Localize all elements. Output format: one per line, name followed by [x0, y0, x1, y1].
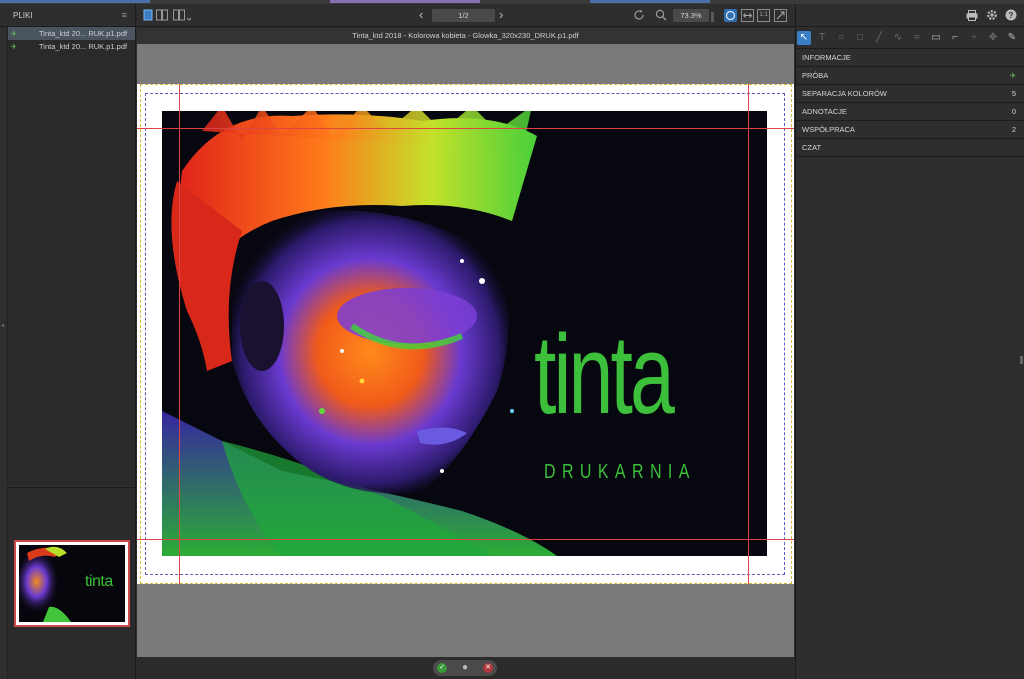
- section-proba[interactable]: PRÓBA ✈: [796, 67, 1024, 85]
- zoom-dropdown-icon[interactable]: [711, 12, 714, 22]
- reject-icon[interactable]: ✕: [483, 663, 493, 673]
- section-label: CZAT: [802, 143, 822, 152]
- single-page-view-icon[interactable]: [142, 9, 154, 21]
- guide-line[interactable]: [137, 539, 794, 540]
- section-label: PRÓBA: [802, 71, 829, 80]
- user-icon[interactable]: ●: [460, 663, 470, 673]
- page-thumbnails: tinta: [7, 487, 135, 679]
- highlight-tool-icon[interactable]: ≈: [910, 31, 924, 45]
- section-adnotacje[interactable]: ADNOTACJE 0: [796, 103, 1024, 121]
- collapse-handle-icon[interactable]: ◂: [1, 322, 5, 330]
- text-tool-icon[interactable]: T: [815, 31, 829, 45]
- file-item[interactable]: ✈ Tinta_ktd 20... RUK.p1.pdf: [8, 27, 135, 40]
- ruler-tool-icon[interactable]: ▭: [929, 31, 943, 45]
- section-count: 2: [1011, 125, 1016, 134]
- file-item[interactable]: ✈ Tinta_ktd 20... RUK.p1.pdf: [8, 40, 135, 53]
- send-icon: ✈: [11, 30, 17, 38]
- section-label: ADNOTACJE: [802, 107, 847, 116]
- taskbar-segment: [590, 0, 710, 3]
- document-page: tinta DRUKARNIA: [137, 84, 794, 584]
- taskbar-segment: [330, 0, 480, 3]
- fullscreen-icon[interactable]: [774, 9, 787, 22]
- files-panel: PLIKI ≡ ✈ Tinta_ktd 20... RUK.p1.pdf ✈ T…: [0, 4, 136, 679]
- approval-controls: ✓ ● ✕: [433, 660, 497, 676]
- guide-line[interactable]: [748, 84, 749, 584]
- ellipse-tool-icon[interactable]: ○: [834, 31, 848, 45]
- measure-tool-icon[interactable]: ⌐: [948, 31, 962, 45]
- approval-bar: ✓ ● ✕: [137, 657, 794, 679]
- file-item-name: Tinta_ktd 20... RUK.p1.pdf: [39, 42, 128, 51]
- send-icon: ✈: [1009, 71, 1016, 80]
- brand-subtitle: DRUKARNIA: [544, 461, 696, 483]
- section-czat[interactable]: CZAT: [796, 139, 1024, 157]
- fit-page-icon[interactable]: [724, 9, 737, 22]
- section-label: INFORMACJE: [802, 53, 851, 62]
- guide-line[interactable]: [137, 128, 794, 129]
- eyedropper-tool-icon[interactable]: ✎: [1005, 31, 1019, 45]
- gear-icon[interactable]: [986, 9, 998, 21]
- move-tool-icon[interactable]: ✥: [986, 31, 1000, 45]
- document-canvas[interactable]: tinta DRUKARNIA: [137, 44, 794, 657]
- annotation-tools: ↖ T ○ □ ╱ ∿ ≈ ▭ ⌐ ÷ ✥ ✎: [796, 27, 1024, 49]
- spread-view-icon[interactable]: [173, 9, 191, 21]
- file-list: ✈ Tinta_ktd 20... RUK.p1.pdf ✈ Tinta_ktd…: [7, 27, 135, 485]
- page-indicator[interactable]: 1/2: [432, 9, 495, 22]
- section-label: WSPÓŁPRACA: [802, 125, 855, 134]
- select-tool-icon[interactable]: ↖: [797, 31, 811, 45]
- section-count: 0: [1011, 107, 1016, 116]
- files-panel-header: PLIKI ≡: [0, 4, 135, 27]
- line-tool-icon[interactable]: ╱: [872, 31, 886, 45]
- document-title: Tinta_ktd 2018 - Kolorowa kobieta - Glow…: [137, 28, 794, 44]
- zoom-level-field[interactable]: 73.3%: [673, 9, 709, 22]
- section-label: SEPARACJA KOLORÓW: [802, 89, 887, 98]
- files-panel-title: PLIKI: [13, 10, 33, 20]
- fit-width-icon[interactable]: [741, 9, 754, 22]
- properties-header: ?: [796, 4, 1024, 27]
- section-separacja-kolorow[interactable]: SEPARACJA KOLORÓW 5: [796, 85, 1024, 103]
- page-thumbnail[interactable]: tinta: [14, 540, 130, 627]
- send-icon: ✈: [11, 43, 17, 51]
- artwork-image: tinta DRUKARNIA: [162, 111, 767, 556]
- section-wspolpraca[interactable]: WSPÓŁPRACA 2: [796, 121, 1024, 139]
- zoom-icon[interactable]: [655, 9, 667, 21]
- painted-face-artwork-icon: [162, 111, 557, 556]
- thumbnail-preview: tinta: [19, 545, 125, 622]
- section-informacje[interactable]: INFORMACJE: [796, 49, 1024, 67]
- thumbnail-brand-text: tinta: [85, 573, 113, 590]
- prev-page-icon[interactable]: ‹: [419, 7, 423, 22]
- brand-wordmark: tinta: [534, 312, 675, 437]
- svg-text:?: ?: [1009, 11, 1014, 20]
- collapse-handle-icon[interactable]: [1020, 356, 1023, 364]
- split-tool-icon[interactable]: ÷: [967, 31, 981, 45]
- file-item-name: Tinta_ktd 20... RUK.p1.pdf: [39, 29, 128, 38]
- help-icon[interactable]: ?: [1005, 9, 1017, 21]
- approve-icon[interactable]: ✓: [437, 663, 447, 673]
- rectangle-tool-icon[interactable]: □: [853, 31, 867, 45]
- section-count: 5: [1011, 89, 1016, 98]
- actual-size-button[interactable]: 1:1: [757, 9, 770, 22]
- properties-panel: ? ↖ T ○ □ ╱ ∿ ≈ ▭ ⌐ ÷ ✥ ✎ INFORMACJE PRÓ…: [795, 4, 1024, 679]
- two-page-view-icon[interactable]: [156, 9, 168, 21]
- freehand-tool-icon[interactable]: ∿: [891, 31, 905, 45]
- files-menu-icon[interactable]: ≡: [122, 10, 127, 20]
- next-page-icon[interactable]: ›: [499, 7, 503, 22]
- viewer-toolbar: ‹ 1/2 › 73.3% 1:1: [137, 4, 794, 27]
- print-icon[interactable]: [966, 10, 978, 21]
- taskbar-segment: [0, 0, 150, 3]
- rotate-icon[interactable]: [633, 9, 645, 21]
- guide-line[interactable]: [179, 84, 180, 584]
